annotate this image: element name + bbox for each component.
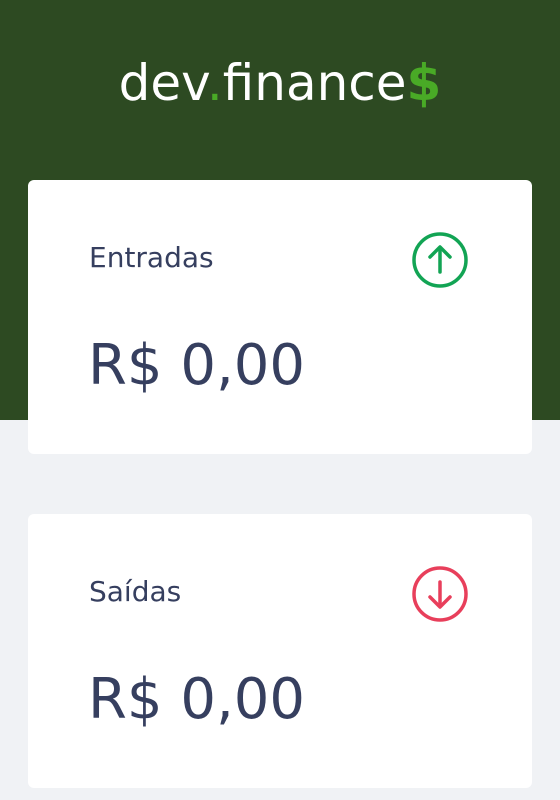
expense-card-title: Saídas	[89, 575, 182, 608]
app-logo: dev.finance$	[0, 52, 560, 114]
income-card: Entradas R$ 0,00	[28, 180, 532, 454]
logo-prefix: dev	[118, 54, 207, 112]
arrow-up-circle-icon	[412, 232, 468, 288]
logo-dot: .	[206, 54, 223, 112]
arrow-down-circle-icon	[412, 566, 468, 622]
expense-card: Saídas R$ 0,00	[28, 514, 532, 788]
income-card-title: Entradas	[89, 241, 214, 274]
app-page: dev.finance$ Entradas R$ 0,00 Saídas R$ …	[0, 0, 560, 800]
income-card-value: R$ 0,00	[88, 333, 306, 398]
logo-name: finance	[222, 54, 407, 112]
logo-dollar-sign: $	[406, 54, 442, 112]
expense-card-value: R$ 0,00	[88, 667, 306, 732]
